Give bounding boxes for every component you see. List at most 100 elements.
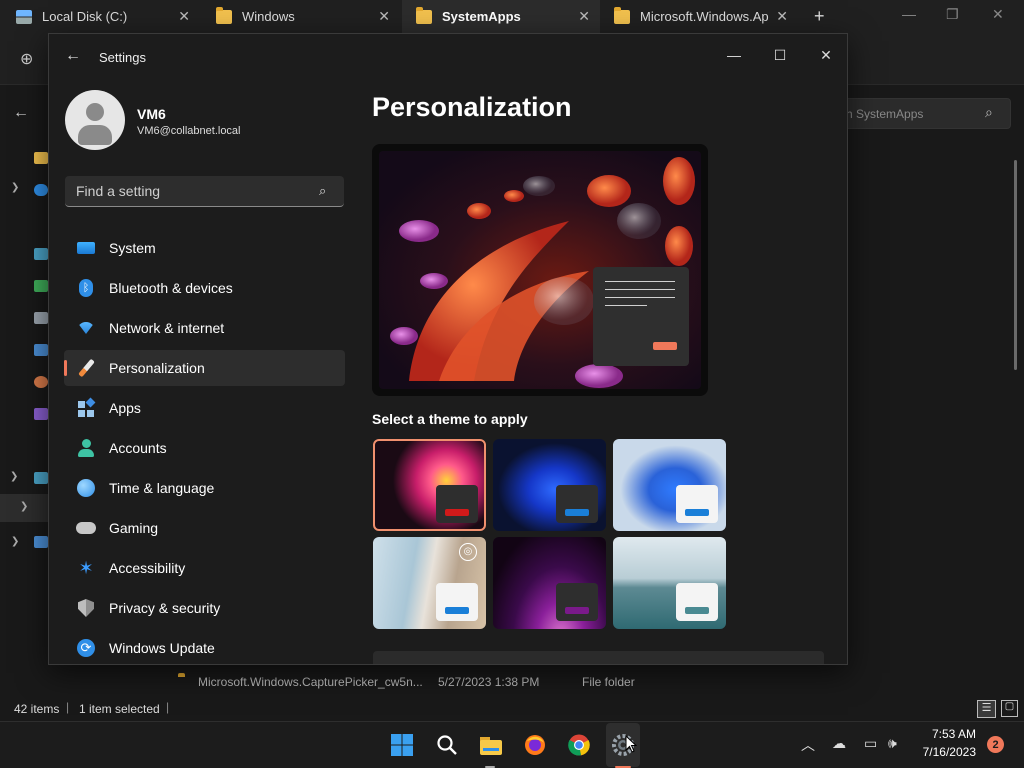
videos-icon[interactable]	[34, 408, 48, 420]
wallpaper-preview-image	[379, 151, 701, 389]
avatar-head	[86, 103, 104, 121]
nav-item-personalization[interactable]: Personalization	[64, 350, 345, 386]
avatar[interactable]	[65, 90, 125, 150]
file-explorer-icon[interactable]	[478, 732, 504, 758]
nav-item-accounts[interactable]: Accounts	[64, 430, 345, 466]
back-arrow-icon[interactable]: ←	[65, 47, 81, 65]
theme-mini-window	[556, 485, 598, 523]
close-tab-icon[interactable]: ✕	[178, 8, 190, 25]
taskbar: ︿ ☁ ▭ 🕪	[0, 721, 1024, 768]
pictures-icon[interactable]	[34, 344, 48, 356]
update-icon: ⟳	[76, 638, 96, 658]
search-icon[interactable]: ⌕	[985, 104, 993, 121]
accessibility-icon: ✶	[78, 557, 94, 578]
firefox-icon[interactable]	[522, 732, 548, 758]
nav-item-label: Privacy & security	[109, 600, 221, 616]
nav-item-label: Bluetooth & devices	[109, 280, 233, 296]
themes-settings-card[interactable]	[373, 651, 824, 664]
folder-icon	[614, 6, 630, 24]
nav-item-time-language[interactable]: Time & language	[64, 470, 345, 506]
downloads-icon[interactable]	[34, 280, 48, 292]
find-setting-input[interactable]: Find a setting	[65, 176, 344, 207]
preview-line	[605, 297, 675, 298]
onedrive-icon[interactable]	[34, 184, 48, 196]
close-tab-icon[interactable]: ✕	[378, 8, 390, 25]
preview-line	[605, 281, 675, 282]
theme-thumbnail-bloom-dark[interactable]	[493, 439, 606, 531]
chevron-right-icon[interactable]: ❯	[11, 182, 19, 193]
theme-mini-window	[676, 583, 718, 621]
file-date: 5/27/2023 1:38 PM	[438, 675, 540, 689]
tab-label: Windows	[242, 9, 295, 24]
tab-windows[interactable]: Windows ✕	[202, 0, 400, 33]
nav-item-bluetooth-devices[interactable]: ᛒ Bluetooth & devices	[64, 270, 345, 306]
theme-thumbnail-flow[interactable]	[613, 537, 726, 629]
close-tab-icon[interactable]: ✕	[578, 8, 590, 25]
search-icon[interactable]	[434, 732, 460, 758]
documents-icon[interactable]	[34, 312, 48, 324]
avatar-body	[78, 125, 112, 145]
file-list-row[interactable]: Microsoft.Windows.CapturePicker_cw5n... …	[160, 672, 860, 694]
theme-thumbnail-captured-motion[interactable]	[493, 537, 606, 629]
nav-item-network-internet[interactable]: Network & internet	[64, 310, 345, 346]
volume-icon[interactable]: 🕪	[888, 735, 897, 752]
maximize-button[interactable]: ☐	[757, 40, 803, 70]
restore-icon[interactable]: ❐	[946, 6, 959, 23]
tab-microsoft-windows-ap[interactable]: Microsoft.Windows.Ap ✕	[600, 0, 798, 33]
search-icon[interactable]: ⌕	[319, 183, 326, 199]
chevron-right-icon[interactable]: ❯	[20, 501, 28, 512]
bluetooth-icon: ᛒ	[76, 278, 96, 298]
chevron-down-icon[interactable]: ❯	[10, 471, 18, 482]
music-icon[interactable]	[34, 376, 48, 388]
nav-item-privacy-security[interactable]: Privacy & security	[64, 590, 345, 626]
network-icon[interactable]: ▭	[864, 735, 877, 752]
accounts-icon	[76, 438, 96, 458]
nav-item-label: Accessibility	[109, 560, 186, 576]
minimize-button[interactable]: —	[711, 40, 757, 70]
clock-date[interactable]: 7/16/2023	[914, 745, 976, 759]
network-icon[interactable]	[34, 536, 48, 548]
nav-item-system[interactable]: System	[64, 230, 345, 266]
clock-time[interactable]: 7:53 AM	[924, 727, 976, 741]
notification-badge[interactable]: 2	[987, 736, 1004, 753]
nav-item-windows-update[interactable]: ⟳ Windows Update	[64, 630, 345, 664]
cloud-offline-icon[interactable]: ☁	[832, 735, 846, 752]
nav-item-label: Windows Update	[109, 640, 215, 656]
preview-accent-button	[653, 342, 677, 350]
chevron-up-icon[interactable]: ︿	[801, 735, 815, 755]
details-view-icon[interactable]: ☰	[977, 700, 996, 718]
folder-icon	[416, 6, 432, 24]
spotlight-camera-icon: ◎	[459, 543, 477, 561]
chevron-right-icon[interactable]: ❯	[11, 536, 19, 547]
divider: |	[66, 700, 70, 714]
nav-item-gaming[interactable]: Gaming	[64, 510, 345, 546]
system-icon	[76, 238, 96, 258]
home-icon[interactable]	[34, 152, 48, 164]
close-icon[interactable]: ✕	[992, 6, 1004, 23]
minimize-icon[interactable]: —	[902, 6, 916, 22]
preview-line	[605, 289, 675, 290]
tab-systemapps[interactable]: SystemApps ✕	[402, 0, 600, 33]
new-item-icon[interactable]: ⊕	[20, 49, 33, 69]
explorer-tab-bar: Local Disk (C:) ✕ Windows ✕ SystemApps ✕…	[0, 0, 1024, 33]
globe-icon	[76, 478, 96, 498]
folder-icon	[216, 6, 232, 24]
back-arrow-icon[interactable]: ←	[13, 104, 29, 122]
theme-thumbnail-spotlight[interactable]: ◎	[373, 537, 486, 629]
nav-item-accessibility[interactable]: ✶ Accessibility	[64, 550, 345, 586]
new-tab-button[interactable]: +	[814, 6, 825, 27]
chrome-icon[interactable]	[566, 732, 592, 758]
tiles-view-icon[interactable]: ▢	[1001, 700, 1018, 717]
tab-local-disk[interactable]: Local Disk (C:) ✕	[2, 0, 200, 33]
theme-thumbnail-glow-selected[interactable]	[373, 439, 486, 531]
nav-item-apps[interactable]: Apps	[64, 390, 345, 426]
theme-mini-window	[436, 583, 478, 621]
start-button[interactable]	[389, 732, 415, 758]
close-tab-icon[interactable]: ✕	[776, 8, 788, 25]
theme-thumbnail-bloom-light[interactable]	[613, 439, 726, 531]
explorer-scrollbar[interactable]	[1014, 160, 1017, 370]
nav-item-label: Accounts	[109, 440, 167, 456]
close-button[interactable]: ✕	[803, 40, 847, 70]
this-pc-icon[interactable]	[34, 472, 48, 484]
desktop-icon[interactable]	[34, 248, 48, 260]
